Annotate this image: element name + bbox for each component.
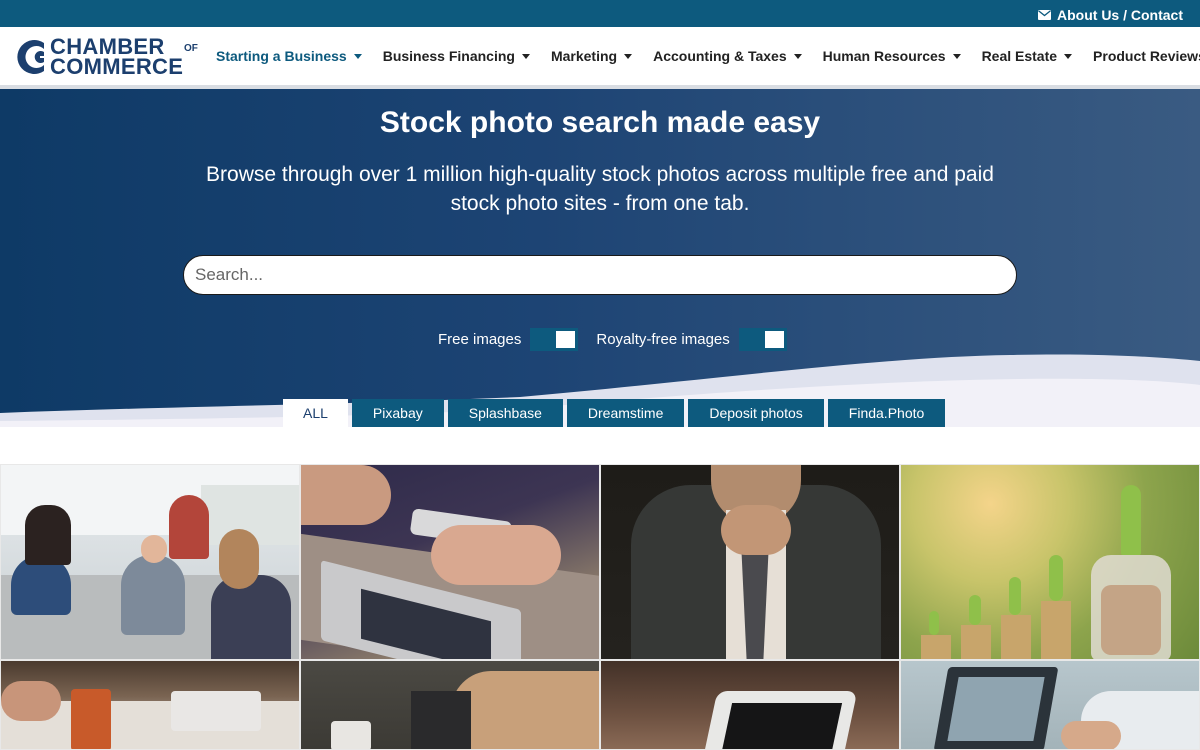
envelope-icon xyxy=(1038,10,1051,20)
photo-phone-laptop[interactable] xyxy=(300,464,600,660)
nav-item-starting-a-business[interactable]: Starting a Business xyxy=(216,48,362,64)
search-input[interactable] xyxy=(184,256,1016,294)
royalty-free-images-toggle[interactable] xyxy=(738,328,787,351)
nav-item-human-resources[interactable]: Human Resources xyxy=(823,48,961,64)
tab-finda-photo[interactable]: Finda.Photo xyxy=(827,399,946,427)
free-images-label: Free images xyxy=(438,331,522,348)
top-bar: About Us / Contact xyxy=(0,0,1200,27)
logo-c-mark-icon xyxy=(17,40,44,74)
source-tabs: ALL Pixabay Splashbase Dreamstime Deposi… xyxy=(283,399,949,427)
logo-text-line2: COMMERCE xyxy=(50,54,184,79)
photo-coin-growth[interactable] xyxy=(900,464,1200,660)
about-contact-label: About Us / Contact xyxy=(1057,7,1183,23)
nav-item-business-financing[interactable]: Business Financing xyxy=(383,48,530,64)
hero-title: Stock photo search made easy xyxy=(379,106,821,139)
photo-businessman-tie[interactable] xyxy=(600,464,900,660)
search-box xyxy=(183,255,1017,295)
chamber-of-commerce-logo[interactable]: CHAMBER OF COMMERCE xyxy=(14,36,202,78)
caret-down-icon xyxy=(624,53,633,59)
toggle-knob xyxy=(556,331,576,348)
photo-laptop-dark[interactable] xyxy=(600,660,900,750)
nav-item-label: Human Resources xyxy=(822,48,946,64)
nav-item-product-reviews[interactable]: Product Reviews xyxy=(1093,48,1200,64)
logo-text-of: OF xyxy=(184,43,198,54)
photo-results-grid xyxy=(0,464,1200,750)
caret-down-icon xyxy=(1064,53,1073,59)
filter-toggles: Free images Royalty-free images xyxy=(438,328,805,351)
photo-desk-writing[interactable] xyxy=(0,660,300,750)
photo-laptop-coffee[interactable] xyxy=(300,660,600,750)
caret-down-icon xyxy=(353,53,362,59)
about-contact-link[interactable]: About Us / Contact xyxy=(1038,7,1183,23)
photo-laptop-hands[interactable] xyxy=(900,660,1200,750)
tab-dreamstime[interactable]: Dreamstime xyxy=(566,399,685,427)
toggle-knob xyxy=(764,331,784,348)
hero-subtitle: Browse through over 1 million high-quali… xyxy=(206,163,994,215)
photo-office-meeting[interactable] xyxy=(0,464,300,660)
main-nav: Starting a Business Business Financing M… xyxy=(216,27,1200,85)
nav-item-marketing[interactable]: Marketing xyxy=(550,48,633,64)
nav-item-label: Business Financing xyxy=(382,48,515,64)
nav-item-label: Marketing xyxy=(550,48,618,64)
tab-splashbase[interactable]: Splashbase xyxy=(447,399,563,427)
royalty-free-images-label: Royalty-free images xyxy=(596,331,730,348)
caret-down-icon xyxy=(521,53,530,59)
tab-all[interactable]: ALL xyxy=(283,399,348,427)
site-header: CHAMBER OF COMMERCE Starting a Business … xyxy=(0,27,1200,89)
tab-pixabay[interactable]: Pixabay xyxy=(351,399,444,427)
nav-item-real-estate[interactable]: Real Estate xyxy=(981,48,1073,64)
nav-item-label: Starting a Business xyxy=(216,48,347,64)
caret-down-icon xyxy=(793,53,802,59)
tab-deposit-photos[interactable]: Deposit photos xyxy=(688,399,824,427)
nav-item-label: Product Reviews xyxy=(1093,48,1200,64)
nav-item-label: Accounting & Taxes xyxy=(653,48,787,64)
nav-item-accounting-taxes[interactable]: Accounting & Taxes xyxy=(653,48,802,64)
hero-section: Stock photo search made easy Browse thro… xyxy=(0,89,1200,427)
free-images-toggle[interactable] xyxy=(530,328,579,351)
nav-item-label: Real Estate xyxy=(981,48,1058,64)
caret-down-icon xyxy=(952,53,961,59)
